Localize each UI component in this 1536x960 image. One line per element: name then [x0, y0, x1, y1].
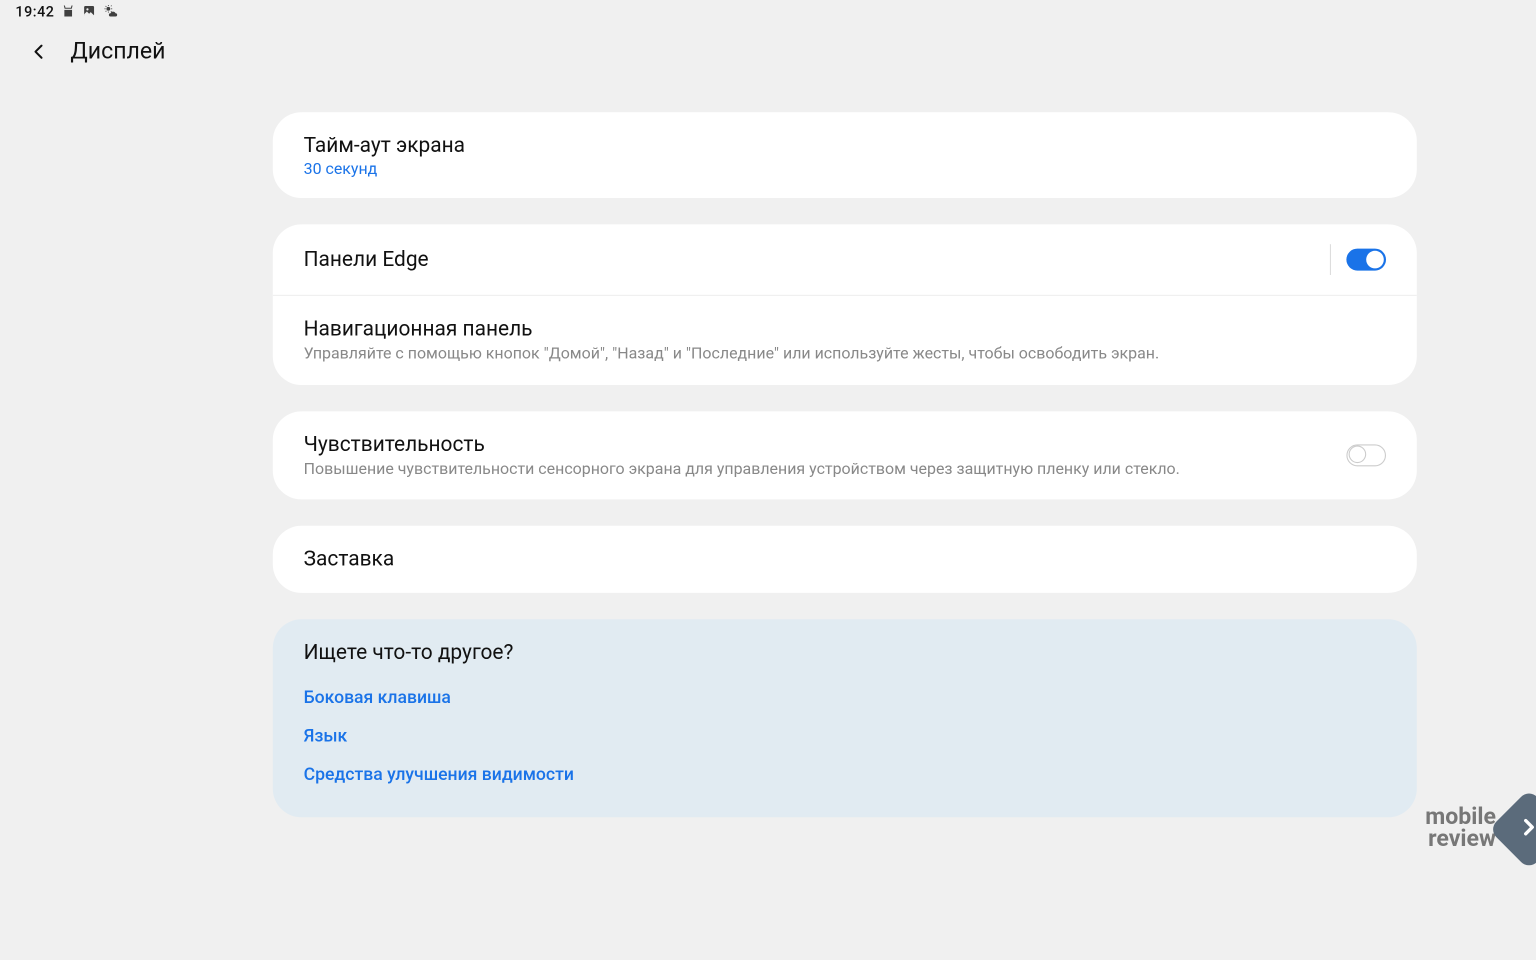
app-header: Дисплей: [0, 24, 1536, 79]
item-value: 30 секунд: [304, 160, 1386, 179]
item-navigation-bar[interactable]: Навигационная панель Управляйте с помощь…: [273, 295, 1417, 385]
link-visibility-enhancements[interactable]: Средства улучшения видимости: [304, 755, 1386, 794]
item-looking-for: Ищете что-то другое?: [273, 619, 1417, 673]
weather-icon: [104, 4, 118, 21]
item-edge-panels[interactable]: Панели Edge: [273, 224, 1417, 294]
watermark: mobile review: [1425, 801, 1536, 858]
group-edge-nav: Панели Edge Навигационная панель Управля…: [273, 224, 1417, 384]
item-title: Чувствительность: [304, 431, 1347, 456]
group-screensaver: Заставка: [273, 526, 1417, 593]
item-subtitle: Повышение чувствительности сенсорного эк…: [304, 458, 1347, 480]
page-title: Дисплей: [70, 39, 165, 65]
item-screen-timeout[interactable]: Тайм-аут экрана 30 секунд: [273, 112, 1417, 198]
item-screensaver[interactable]: Заставка: [273, 526, 1417, 593]
chevron-left-icon: [26, 40, 50, 64]
status-bar: 19:42 2%: [0, 0, 1536, 24]
watermark-line2: review: [1425, 829, 1496, 851]
link-side-key[interactable]: Боковая клавиша: [304, 678, 1386, 717]
item-touch-sensitivity[interactable]: Чувствительность Повышение чувствительно…: [273, 411, 1417, 500]
group-related-settings: Ищете что-то другое? Боковая клавиша Язы…: [273, 619, 1417, 817]
group-screen-timeout: Тайм-аут экрана 30 секунд: [273, 112, 1417, 198]
item-title: Тайм-аут экрана: [304, 132, 1386, 157]
toggle-edge-panels[interactable]: [1346, 249, 1386, 271]
store-icon: [62, 4, 75, 21]
settings-content: Тайм-аут экрана 30 секунд Панели Edge На…: [0, 79, 1536, 960]
chevron-right-icon: [1516, 814, 1536, 840]
item-title: Заставка: [304, 546, 1386, 571]
divider: [1330, 244, 1331, 275]
clock: 19:42: [15, 4, 54, 21]
item-title: Навигационная панель: [304, 316, 1386, 341]
toggle-touch-sensitivity[interactable]: [1346, 444, 1386, 466]
item-title: Ищете что-то другое?: [304, 639, 1386, 664]
back-button[interactable]: [22, 35, 55, 68]
link-language[interactable]: Язык: [304, 716, 1386, 755]
item-subtitle: Управляйте с помощью кнопок "Домой", "На…: [304, 343, 1386, 365]
gallery-icon: [83, 4, 96, 21]
item-title: Панели Edge: [304, 246, 1330, 271]
watermark-badge: [1489, 789, 1536, 870]
group-touch-sensitivity: Чувствительность Повышение чувствительно…: [273, 411, 1417, 500]
related-links: Боковая клавиша Язык Средства улучшения …: [273, 673, 1417, 817]
